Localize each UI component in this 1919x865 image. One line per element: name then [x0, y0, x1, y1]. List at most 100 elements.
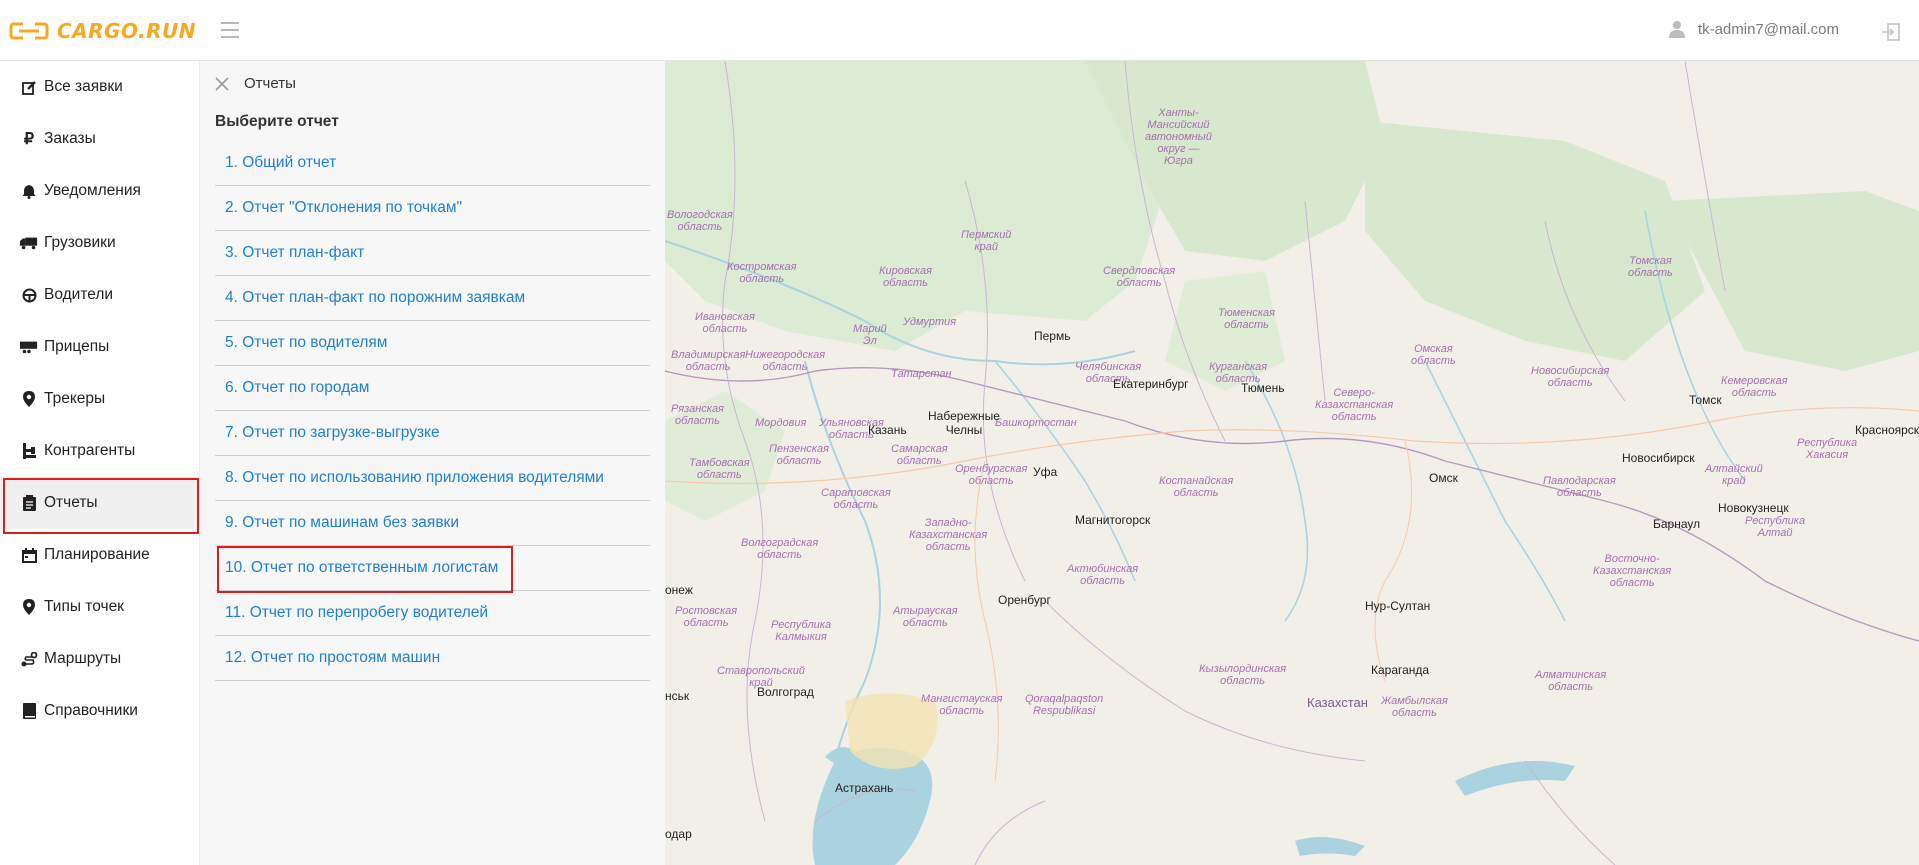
- sidebar-item-label: Отчеты: [44, 494, 98, 511]
- app-root: CARGO.RUN tk-admin7@mail.com Все заявки …: [0, 0, 1919, 865]
- city-label: Новосибирск: [1622, 451, 1695, 465]
- sidebar-item-label: Прицепы: [44, 338, 110, 355]
- report-link[interactable]: 8. Отчет по использованию приложения вод…: [215, 456, 650, 501]
- report-link[interactable]: 6. Отчет по городам: [215, 366, 650, 411]
- report-link[interactable]: 3. Отчет план-факт: [215, 231, 650, 276]
- report-link-highlighted[interactable]: 10. Отчет по ответственным логистам: [215, 546, 650, 593]
- city-label: Оренбург: [998, 593, 1051, 607]
- sidebar-item-label: Заказы: [44, 130, 96, 147]
- city-label: Томск: [1689, 393, 1722, 407]
- city-label: Волгоград: [757, 685, 814, 699]
- sidebar-item-reports[interactable]: Отчеты: [0, 477, 199, 534]
- city-label: Красноярск: [1855, 423, 1919, 437]
- report-link[interactable]: 1. Общий отчет: [215, 141, 650, 186]
- sidebar-item-label: Справочники: [44, 702, 138, 719]
- report-link[interactable]: 2. Отчет "Отклонения по точкам": [215, 186, 650, 231]
- user-email: tk-admin7@mail.com: [1697, 20, 1839, 38]
- sidebar-item-orders[interactable]: ₽ Заказы: [0, 113, 199, 165]
- sidebar-item-all-requests[interactable]: Все заявки: [0, 61, 199, 113]
- city-label: Набережные Челны: [928, 409, 1000, 437]
- ruble-icon: ₽: [23, 131, 35, 148]
- truck-icon: [20, 234, 38, 252]
- region-label: Павлодарская область: [1543, 475, 1616, 499]
- region-label: Республика Калмыкия: [771, 619, 832, 643]
- map-edge-label: онеж: [665, 583, 693, 597]
- city-label: Нур-Султан: [1365, 599, 1431, 613]
- sidebar-item-label: Контрагенты: [44, 442, 136, 459]
- user-menu[interactable]: tk-admin7@mail.com: [1668, 20, 1839, 38]
- region-label: Удмуртия: [903, 316, 957, 328]
- region-label: Алматинская область: [1535, 669, 1607, 693]
- region-label: Владимирская область: [671, 349, 746, 373]
- report-link[interactable]: 9. Отчет по машинам без заявки: [215, 501, 650, 546]
- edit-icon: [20, 78, 38, 96]
- sidebar-item-label: Маршруты: [44, 650, 122, 667]
- report-link[interactable]: 11. Отчет по перепробегу водителей: [215, 591, 650, 636]
- map-view[interactable]: Ханты- Мансийский автономный округ — Югр…: [665, 61, 1919, 865]
- region-label: Нижегородская область: [745, 349, 826, 373]
- book-icon: [20, 702, 38, 720]
- sidebar-item-label: Уведомления: [44, 182, 141, 199]
- menu-toggle-icon[interactable]: [221, 22, 239, 38]
- city-label: Пермь: [1034, 329, 1071, 343]
- city-label: Уфа: [1033, 465, 1058, 479]
- region-label: Свердловская область: [1103, 265, 1176, 289]
- country-label: Казахстан: [1307, 695, 1368, 710]
- logout-icon[interactable]: [1881, 22, 1901, 42]
- sidebar-item-label: Планирование: [44, 546, 150, 563]
- sidebar-item-point-types[interactable]: Типы точек: [0, 581, 199, 633]
- region-label: Мордовия: [755, 417, 807, 429]
- sidebar-item-label: Водители: [44, 286, 114, 303]
- clipboard-icon: [20, 494, 38, 512]
- sidebar-item-notifications[interactable]: Уведомления: [0, 165, 199, 217]
- region-label: Костанайская область: [1159, 475, 1234, 499]
- region-label: Костромская область: [727, 261, 797, 285]
- region-label: Qoraqalpaqston Respublikasi: [1025, 693, 1104, 717]
- sidebar-item-label: Типы точек: [44, 598, 124, 615]
- region-label: Кызылординская область: [1199, 663, 1287, 687]
- region-label: Тюменская область: [1218, 307, 1276, 331]
- sidebar-item-drivers[interactable]: Водители: [0, 269, 199, 321]
- sidebar-item-routes[interactable]: Маршруты: [0, 633, 199, 685]
- panel-header: Отчеты: [215, 75, 296, 92]
- report-link[interactable]: 7. Отчет по загрузке-выгрузке: [215, 411, 650, 456]
- sidebar-item-label: Грузовики: [44, 234, 116, 251]
- region-label: Мангистауская область: [921, 693, 1003, 717]
- region-label: Жамбылская область: [1381, 695, 1448, 719]
- report-list: 1. Общий отчет 2. Отчет "Отклонения по т…: [215, 141, 650, 681]
- region-label: Ростовская область: [675, 605, 738, 629]
- region-label: Башкортостан: [995, 417, 1077, 429]
- brand-name: CARGO.RUN: [57, 19, 197, 43]
- region-label: Пензенская область: [769, 443, 829, 467]
- city-label: Новокузнецк: [1718, 501, 1789, 515]
- close-icon[interactable]: [215, 76, 229, 91]
- region-label: Атырауская область: [893, 605, 958, 629]
- sidebar-item-trackers[interactable]: Трекеры: [0, 373, 199, 425]
- region-label: Северо- Казахстанская область: [1315, 387, 1394, 423]
- sidebar-item-planning[interactable]: Планирование: [0, 529, 199, 581]
- city-label: Омск: [1429, 471, 1458, 485]
- report-link[interactable]: 4. Отчет план-факт по порожним заявкам: [215, 276, 650, 321]
- region-label: Алтайский край: [1705, 463, 1763, 487]
- report-link[interactable]: 5. Отчет по водителям: [215, 321, 650, 366]
- sidebar-item-counterparties[interactable]: Контрагенты: [0, 425, 199, 477]
- sidebar-item-trailers[interactable]: Прицепы: [0, 321, 199, 373]
- reports-panel: Отчеты Выберите отчет 1. Общий отчет 2. …: [200, 61, 665, 865]
- map-edge-label: одар: [665, 827, 692, 841]
- city-label: Караганда: [1371, 663, 1430, 677]
- logo[interactable]: CARGO.RUN: [9, 18, 196, 44]
- sidebar-item-directories[interactable]: Справочники: [0, 685, 199, 737]
- report-link[interactable]: 12. Отчет по простоям машин: [215, 636, 650, 681]
- region-label: Марий Эл: [853, 323, 887, 347]
- region-label: Волгоградская область: [741, 537, 819, 561]
- region-label: Татарстан: [891, 368, 952, 380]
- city-label: Казань: [868, 423, 907, 437]
- region-label: Пермский край: [961, 229, 1012, 253]
- city-label: Барнаул: [1653, 517, 1701, 531]
- region-label: Актюбинская область: [1067, 563, 1139, 587]
- sidebar-item-trucks[interactable]: Грузовики: [0, 217, 199, 269]
- region-label: Новосибирская область: [1531, 365, 1610, 389]
- city-label: Тюмень: [1241, 381, 1285, 395]
- city-label: Астрахань: [835, 781, 894, 795]
- sidebar-item-label: Трекеры: [44, 390, 106, 407]
